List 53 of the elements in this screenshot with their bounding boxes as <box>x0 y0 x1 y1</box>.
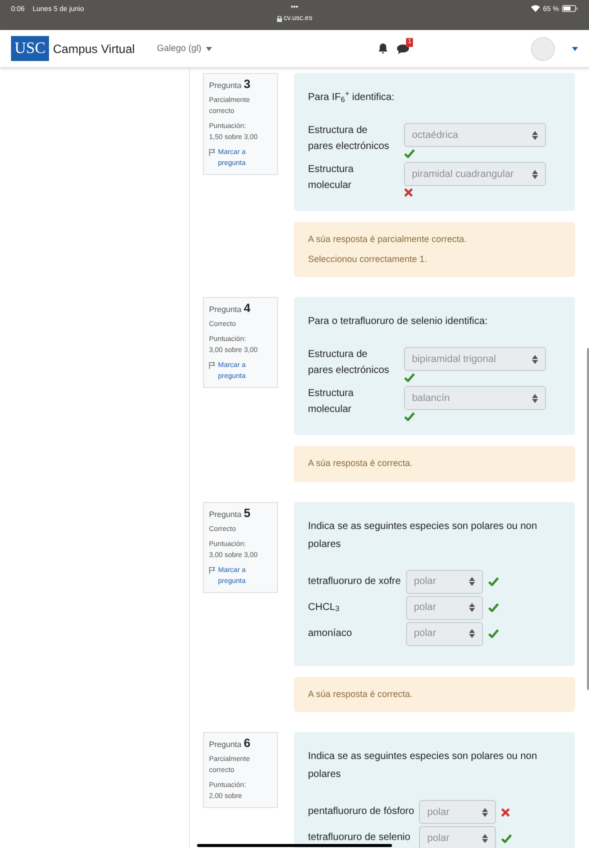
site-title[interactable]: Campus Virtual <box>53 40 135 58</box>
answer-select[interactable]: polar <box>406 622 483 646</box>
updown-arrows-icon <box>468 577 475 586</box>
flag-icon <box>209 362 215 369</box>
answer-label: Estructura molecular <box>308 163 355 193</box>
answer-label: Estructura de pares electrónicos <box>308 124 390 154</box>
updown-arrows-icon <box>532 170 538 178</box>
answer-label: Estructura de pares electrónicos <box>308 348 390 378</box>
scrollbar[interactable] <box>587 348 589 690</box>
answer-label: pentafluoruro de fósforo <box>308 805 414 819</box>
question-number: Pregunta 4 <box>209 303 252 315</box>
answer-select[interactable]: polar <box>406 596 483 620</box>
feedback-text: Seleccionou correctamente 1. <box>308 252 428 266</box>
answer-select[interactable]: balancín <box>404 386 546 410</box>
feedback-text: A súa resposta é correcta. <box>308 457 414 470</box>
caret-icon <box>206 46 212 50</box>
flag-icon <box>209 149 215 156</box>
updown-arrows-icon <box>532 354 538 364</box>
caret-icon[interactable] <box>572 46 578 50</box>
flag-icon <box>209 566 215 574</box>
question-prompt: Para o tetrafluoruro de selenio identifica: <box>308 315 489 329</box>
updown-arrows-icon <box>482 834 488 842</box>
answer-select[interactable]: piramidal cuadrangular <box>404 162 546 186</box>
chat-icon[interactable] <box>397 44 409 54</box>
answer-label: tetrafluoruro de selenio <box>308 831 412 845</box>
updown-arrows-icon <box>468 629 475 638</box>
wifi-icon <box>531 5 540 12</box>
question-number: Pregunta 3 <box>209 79 252 91</box>
updown-arrows-icon <box>532 394 538 402</box>
question-prompt: Indica se as seguintes especies son polares ou non polares <box>308 750 538 782</box>
answer-select[interactable]: octaédrica <box>404 123 546 147</box>
answer-select[interactable]: polar <box>419 826 496 848</box>
usc-logo[interactable]: USC <box>11 36 49 61</box>
question-number: Pregunta 5 <box>209 508 252 520</box>
lock-icon <box>276 16 282 22</box>
answer-select[interactable]: polar <box>406 570 483 594</box>
feedback-text: A súa resposta é parcialmente correcta. <box>308 233 468 246</box>
answer-select[interactable]: polar <box>419 800 496 824</box>
battery-icon <box>562 5 578 12</box>
question-number: Pregunta 6 <box>209 738 252 750</box>
bell-icon[interactable] <box>378 43 388 54</box>
answer-label: Estructura molecular <box>308 387 355 417</box>
question-prompt: Para IF$_{6}$$^{+}$ identifica: <box>308 89 396 106</box>
updown-arrows-icon <box>482 808 488 816</box>
language-menu[interactable]: Galego (gl) <box>156 42 212 56</box>
answer-label: amoníaco <box>308 626 353 640</box>
answer-label: tetrafluoruro de xofre <box>308 574 401 588</box>
feedback-text: A súa resposta é correcta. <box>308 688 414 701</box>
answer-select[interactable]: bipiramidal trigonal <box>404 347 546 371</box>
updown-arrows-icon <box>532 130 538 140</box>
updown-arrows-icon <box>468 603 475 612</box>
answer-label: CHCL$_{3}$ <box>308 600 340 614</box>
question-prompt: Indica se as seguintes especies son polares ou non polares <box>308 520 538 552</box>
